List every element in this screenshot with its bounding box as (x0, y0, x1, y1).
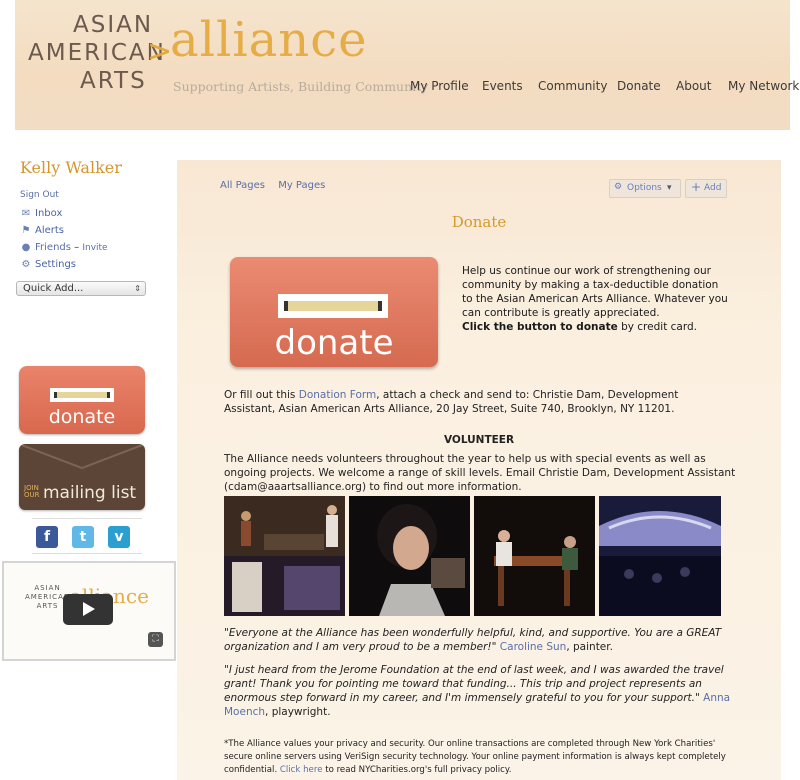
facebook-icon[interactable]: f (36, 526, 58, 548)
inbox-link[interactable]: ✉ Inbox (20, 208, 63, 219)
logo-alliance[interactable]: alliance (170, 12, 368, 68)
dropdown-arrow-icon: ▾ (667, 183, 672, 193)
nav-community[interactable]: Community (538, 79, 607, 93)
quick-add-select[interactable]: Quick Add... ⇕ (16, 281, 146, 296)
testimonial-quote: "Everyone at the Alliance has been wonde… (224, 627, 722, 653)
add-label: Add (704, 183, 722, 193)
privacy-link[interactable]: Click here (280, 765, 323, 775)
privacy-notice: *The Alliance values your privacy and se… (224, 739, 726, 775)
donate-button-label: donate (274, 323, 394, 363)
mailing-list-label: mailing list (43, 483, 137, 503)
my-pages-link[interactable]: My Pages (278, 180, 325, 191)
photo-portrait (349, 496, 470, 616)
photo-performance-collage (224, 496, 345, 616)
nav-my-network[interactable]: My Network (728, 79, 799, 93)
social-links: f t v (32, 518, 142, 554)
options-label: Options (627, 183, 662, 193)
flag-icon: ⚑ (21, 225, 31, 236)
donate-button[interactable]: donate (230, 257, 438, 367)
gear-icon: ⚙ (21, 259, 31, 270)
volunteer-heading: VOLUNTEER (443, 434, 515, 446)
torn-paper-edge (15, 112, 790, 130)
card-slot-icon (50, 388, 114, 402)
sidebar-donate-button[interactable]: donate (19, 366, 145, 434)
friends-separator: – (74, 242, 80, 253)
invite-link[interactable]: Invite (82, 243, 107, 253)
fullscreen-icon[interactable]: ⛶ (148, 632, 163, 647)
alerts-link[interactable]: ⚑ Alerts (20, 225, 65, 236)
settings-label: Settings (35, 259, 77, 270)
top-navigation: My Profile Events Community Donate About… (0, 79, 800, 97)
play-icon (83, 602, 95, 616)
updown-arrows-icon: ⇕ (134, 284, 141, 293)
nav-donate[interactable]: Donate (617, 79, 661, 93)
testimonial-quote: "I just heard from the Jerome Foundation… (224, 664, 731, 718)
settings-link[interactable]: ⚙ Settings (20, 259, 77, 270)
play-button[interactable] (63, 594, 113, 625)
envelope-icon: ✉ (21, 208, 31, 219)
intro-bold: Click the button to donate (462, 321, 618, 333)
donation-form-paragraph: Or fill out this Donation Form, attach a… (224, 389, 679, 415)
nav-my-profile[interactable]: My Profile (410, 79, 469, 93)
vimeo-icon[interactable]: v (108, 526, 130, 548)
page-crumbs: All Pages My Pages (220, 180, 335, 191)
card-slot-icon (278, 294, 388, 318)
main-content: All Pages My Pages ⚙ Options ▾ + Add Don… (177, 160, 781, 780)
author-link[interactable]: Caroline Sun (500, 641, 567, 653)
logo-american: AMERICAN (28, 40, 166, 66)
twitter-icon[interactable]: t (72, 526, 94, 548)
person-icon: ● (21, 242, 31, 253)
logo-asian: ASIAN (73, 12, 154, 38)
plus-icon: + (691, 180, 702, 194)
page-title: Donate (451, 213, 507, 231)
friends-row: ● Friends – Invite (20, 242, 108, 253)
all-pages-link[interactable]: All Pages (220, 180, 265, 191)
logo-caret: > (147, 34, 173, 69)
alerts-label: Alerts (35, 225, 65, 236)
sidebar-donate-label: donate (48, 406, 116, 428)
video-player[interactable]: ASIAN AMERICAN ARTS alliance ⛶ (2, 561, 176, 661)
nav-about[interactable]: About (676, 79, 711, 93)
user-name[interactable]: Kelly Walker (20, 158, 122, 177)
inbox-label: Inbox (35, 208, 63, 219)
quick-add-label: Quick Add... (23, 283, 84, 294)
photo-tent-concert (599, 496, 721, 616)
mailing-join-text: JOIN OUR (24, 484, 40, 499)
intro-text: Help us continue our work of strengtheni… (462, 265, 728, 333)
gear-icon: ⚙ (614, 182, 623, 192)
friends-link[interactable]: Friends (35, 242, 71, 253)
nav-events[interactable]: Events (482, 79, 523, 93)
volunteer-text: The Alliance needs volunteers throughout… (224, 453, 736, 493)
photo-stage-chess (474, 496, 595, 616)
mailing-list-button[interactable]: JOIN OUR mailing list (19, 444, 145, 510)
sign-out-link[interactable]: Sign Out (20, 190, 59, 200)
options-button[interactable]: ⚙ Options ▾ (609, 179, 681, 198)
add-button[interactable]: + Add (685, 179, 727, 198)
donation-form-link[interactable]: Donation Form (299, 389, 377, 401)
